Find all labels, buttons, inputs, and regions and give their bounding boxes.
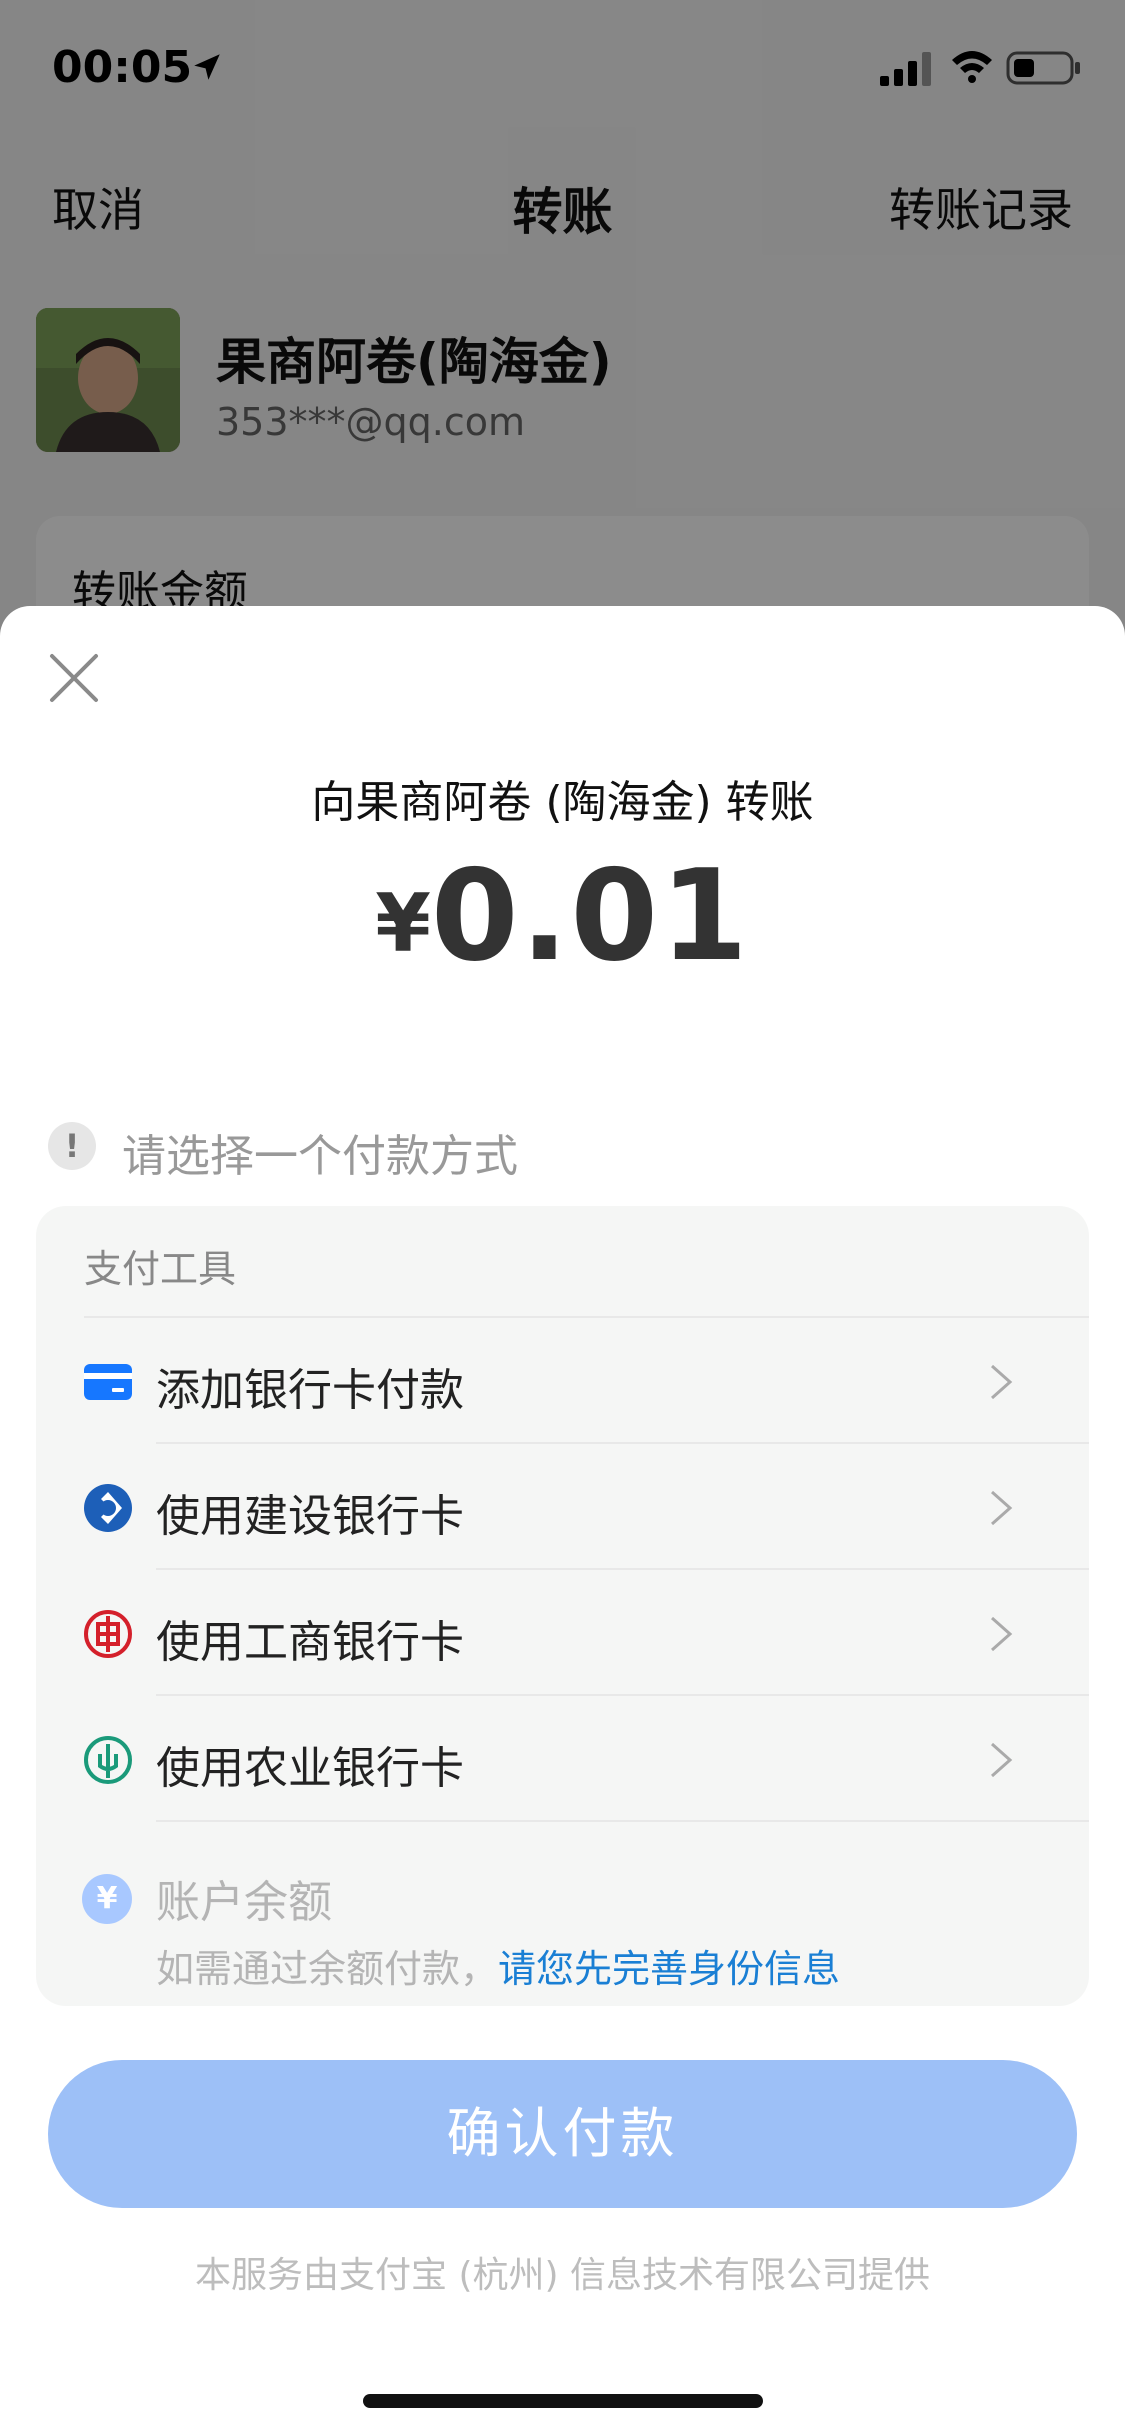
balance-yen-icon: ¥ bbox=[82, 1874, 132, 1924]
card-header: 支付工具 bbox=[84, 1247, 237, 1291]
method-icbc-card[interactable]: 使用工商银行卡 bbox=[36, 1570, 1089, 1696]
payment-method-card: 支付工具 添加银行卡付款 使用建设银行卡 使用工商银行卡 使用农业银行卡 ¥ 账… bbox=[36, 1206, 1089, 2006]
chevron-right-icon bbox=[991, 1616, 1013, 1652]
currency-symbol: ¥ bbox=[375, 877, 431, 970]
service-provider-note: 本服务由支付宝 (杭州) 信息技术有限公司提供 bbox=[195, 2255, 930, 2296]
method-label: 添加银行卡付款 bbox=[156, 1365, 464, 1416]
method-abc-card[interactable]: 使用农业银行卡 bbox=[36, 1696, 1089, 1822]
home-indicator[interactable] bbox=[363, 2394, 763, 2408]
close-icon[interactable] bbox=[44, 648, 104, 708]
confirm-payment-button[interactable]: 确认付款 bbox=[48, 2060, 1077, 2208]
sheet-title: 向果商阿卷 (陶海金) 转账 bbox=[311, 777, 814, 828]
method-add-bank-card[interactable]: 添加银行卡付款 bbox=[36, 1318, 1089, 1444]
method-label: 使用建设银行卡 bbox=[156, 1491, 464, 1542]
amount-value: 0.01 bbox=[430, 842, 750, 989]
balance-note: 如需通过余额付款，请您先完善身份信息 bbox=[156, 1938, 840, 1993]
payment-amount: ¥0.01 bbox=[0, 842, 1125, 989]
hint-text: 请选择一个付款方式 bbox=[122, 1131, 518, 1182]
method-ccb-card[interactable]: 使用建设银行卡 bbox=[36, 1444, 1089, 1570]
payment-sheet: 向果商阿卷 (陶海金) 转账 ¥0.01 ! 请选择一个付款方式 支付工具 添加… bbox=[0, 606, 1125, 2436]
complete-identity-link[interactable]: 请您先完善身份信息 bbox=[498, 1947, 840, 1991]
ccb-logo-icon bbox=[84, 1484, 132, 1532]
abc-logo-icon bbox=[84, 1736, 132, 1784]
balance-note-text: 如需通过余额付款， bbox=[156, 1947, 499, 1991]
divider bbox=[156, 1820, 1089, 1822]
method-label: 使用工商银行卡 bbox=[156, 1617, 464, 1668]
chevron-right-icon bbox=[991, 1490, 1013, 1526]
chevron-right-icon bbox=[991, 1364, 1013, 1400]
bank-card-icon bbox=[84, 1364, 132, 1400]
chevron-right-icon bbox=[991, 1742, 1013, 1778]
exclamation-icon: ! bbox=[48, 1122, 96, 1170]
balance-label: 账户余额 bbox=[156, 1877, 332, 1928]
icbc-logo-icon bbox=[84, 1610, 132, 1658]
method-label: 使用农业银行卡 bbox=[156, 1743, 464, 1794]
